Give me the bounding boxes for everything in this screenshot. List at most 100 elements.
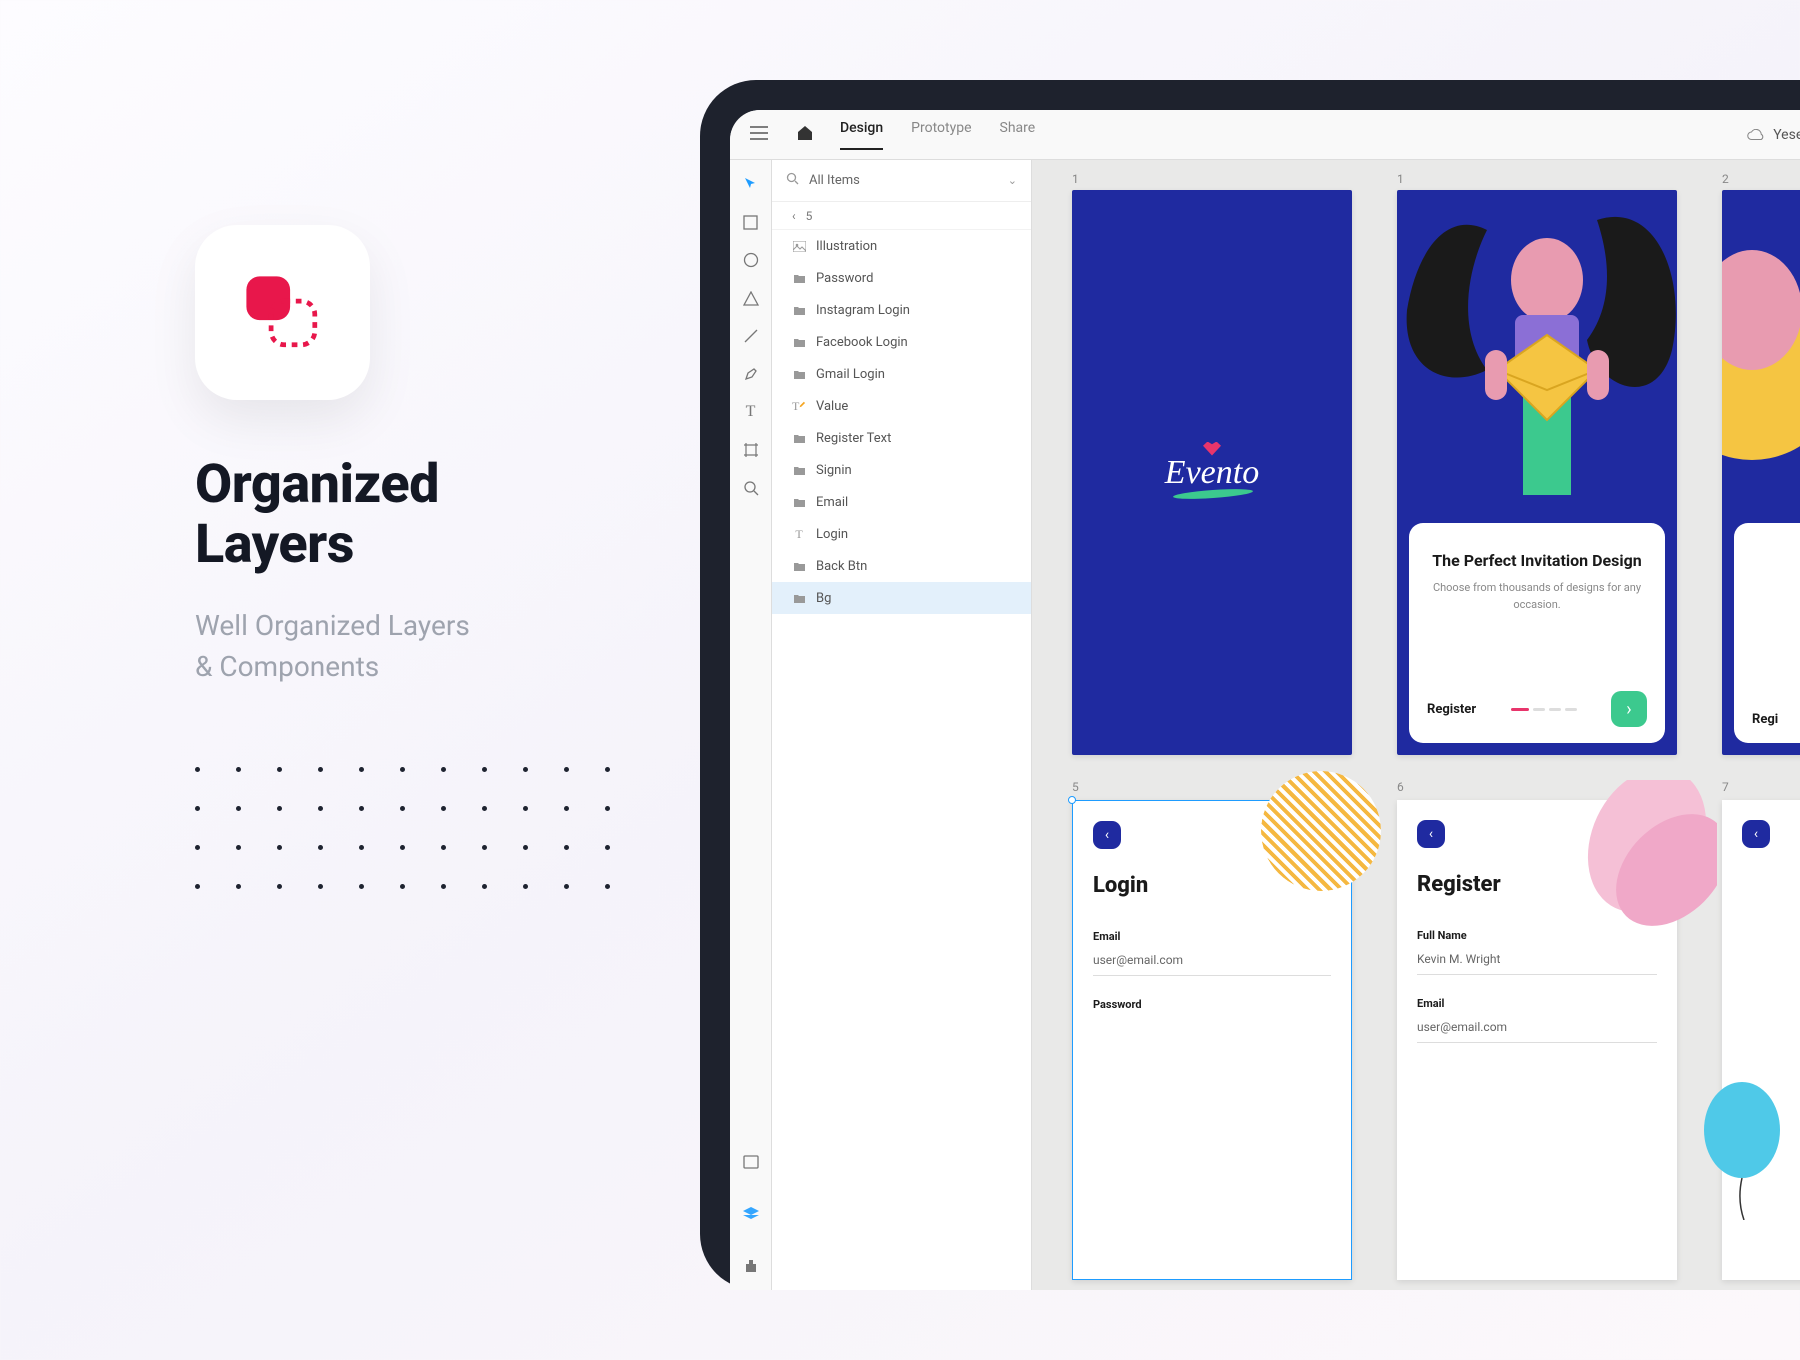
screen: Design Prototype Share Yesevent ⌄ T xyxy=(730,110,1800,1290)
layer-label: Login xyxy=(816,527,848,542)
decorative-dots xyxy=(195,767,615,889)
illustration-partial xyxy=(1722,190,1800,500)
layer-label: Facebook Login xyxy=(816,335,908,350)
ellipse-tool-icon[interactable] xyxy=(741,250,761,270)
artboard-label-3[interactable]: 2 xyxy=(1722,172,1729,186)
back-button[interactable]: ‹ xyxy=(1742,820,1770,848)
layer-type-icon xyxy=(792,593,806,604)
select-tool-icon[interactable] xyxy=(741,174,761,194)
layer-label: Value xyxy=(816,399,848,414)
onboarding-title: The Perfect Invitation Design xyxy=(1427,551,1647,570)
artboard-splash[interactable]: Evento xyxy=(1072,190,1352,755)
layer-row[interactable]: Email xyxy=(772,486,1031,518)
register-link-2[interactable]: Regi xyxy=(1752,712,1778,727)
layers-search-text: All Items xyxy=(809,173,998,188)
email-field[interactable]: Email user@email.com xyxy=(1073,930,1351,976)
password-label: Password xyxy=(1093,998,1331,1011)
layer-row[interactable]: Facebook Login xyxy=(772,326,1031,358)
plugins-icon[interactable] xyxy=(741,1256,761,1276)
artboard-tool-icon[interactable] xyxy=(741,440,761,460)
rectangle-tool-icon[interactable] xyxy=(741,212,761,232)
text-tool-icon[interactable]: T xyxy=(741,402,761,422)
promo-icon xyxy=(195,225,370,400)
layer-type-icon: T xyxy=(792,527,806,542)
layer-label: Illustration xyxy=(816,239,877,254)
breadcrumb-label: 5 xyxy=(806,209,813,223)
tab-design[interactable]: Design xyxy=(840,120,883,150)
layer-row[interactable]: Password xyxy=(772,262,1031,294)
logo: Evento xyxy=(1165,454,1259,492)
password-field[interactable]: Password xyxy=(1073,998,1351,1011)
tab-share[interactable]: Share xyxy=(1000,120,1036,150)
onboarding-card-2: Regi xyxy=(1734,523,1800,743)
promo-title-line2: Layers xyxy=(195,513,354,576)
layer-row[interactable]: Register Text xyxy=(772,422,1031,454)
tool-strip: T xyxy=(730,160,772,1290)
layer-label: Signin xyxy=(816,463,852,478)
layers-search[interactable]: All Items ⌄ xyxy=(772,160,1031,202)
layer-type-icon xyxy=(792,465,806,476)
line-tool-icon[interactable] xyxy=(741,326,761,346)
home-icon[interactable] xyxy=(796,125,814,145)
zoom-tool-icon[interactable] xyxy=(741,478,761,498)
artboard-label-7[interactable]: 7 xyxy=(1722,780,1729,794)
back-button[interactable]: ‹ xyxy=(1417,820,1445,848)
layers-breadcrumb[interactable]: ‹ 5 xyxy=(772,202,1031,230)
layer-row[interactable]: Gmail Login xyxy=(772,358,1031,390)
layer-type-icon xyxy=(792,369,806,380)
page-indicator xyxy=(1511,708,1577,711)
hamburger-icon[interactable] xyxy=(750,126,768,144)
fullname-value: Kevin M. Wright xyxy=(1417,952,1657,975)
pen-tool-icon[interactable] xyxy=(741,364,761,384)
artboard-onboarding[interactable]: The Perfect Invitation Design Choose fro… xyxy=(1397,190,1677,755)
layer-type-icon xyxy=(792,241,806,252)
layer-row[interactable]: T Login xyxy=(772,518,1031,550)
layer-label: Back Btn xyxy=(816,559,867,574)
promo-title: Organized Layers xyxy=(195,455,615,576)
search-icon xyxy=(786,172,799,189)
artboard-login[interactable]: ‹ Login Email user@email.com Password xyxy=(1072,800,1352,1280)
layer-row[interactable]: Signin xyxy=(772,454,1031,486)
layer-label: Email xyxy=(816,495,848,510)
layer-type-icon xyxy=(792,497,806,508)
illustration-woman xyxy=(1397,190,1677,500)
email-value: user@email.com xyxy=(1093,953,1331,976)
layer-type-icon xyxy=(792,337,806,348)
canvas[interactable]: 1 1 2 5 6 7 Evento xyxy=(1032,160,1800,1290)
assets-icon[interactable] xyxy=(741,1152,761,1172)
next-button[interactable]: › xyxy=(1611,691,1647,727)
app-toolbar: Design Prototype Share Yesevent ⌄ xyxy=(730,110,1800,160)
layer-type-icon xyxy=(792,273,806,284)
tab-prototype[interactable]: Prototype xyxy=(911,120,971,150)
layer-row[interactable]: Bg xyxy=(772,582,1031,614)
layer-label: Password xyxy=(816,271,873,286)
email-label-reg: Email xyxy=(1417,997,1657,1010)
register-link[interactable]: Register xyxy=(1427,702,1476,717)
mode-tabs: Design Prototype Share xyxy=(840,120,1035,150)
document-menu[interactable]: Yesevent ⌄ xyxy=(1747,127,1800,143)
artboard-label-6[interactable]: 6 xyxy=(1397,780,1404,794)
selection-handle[interactable] xyxy=(1068,796,1076,804)
layer-row[interactable]: Illustration xyxy=(772,230,1031,262)
email-field-reg[interactable]: Email user@email.com xyxy=(1397,997,1677,1043)
artboard-label-1[interactable]: 1 xyxy=(1072,172,1079,186)
artboard-label-2[interactable]: 1 xyxy=(1397,172,1404,186)
polygon-tool-icon[interactable] xyxy=(741,288,761,308)
layer-type-icon xyxy=(792,433,806,444)
layers-icon[interactable] xyxy=(741,1204,761,1224)
layer-row[interactable]: Back Btn xyxy=(772,550,1031,582)
onboarding-desc: Choose from thousands of designs for any… xyxy=(1427,580,1647,613)
artboard-7[interactable]: ‹ xyxy=(1722,800,1800,1280)
artboard-register[interactable]: ‹ Register Full Name Kevin M. Wright Ema… xyxy=(1397,800,1677,1280)
promo-subtitle: Well Organized Layers & Components xyxy=(195,606,615,687)
tablet-frame: Design Prototype Share Yesevent ⌄ T xyxy=(700,80,1800,1290)
document-name: Yesevent xyxy=(1773,127,1800,143)
back-button[interactable]: ‹ xyxy=(1093,821,1121,849)
artboard-onboarding-2[interactable]: Regi xyxy=(1722,190,1800,755)
decorative-blob xyxy=(1261,771,1381,891)
layer-type-icon: T xyxy=(792,399,806,414)
cloud-icon xyxy=(1747,129,1765,141)
artboard-label-5[interactable]: 5 xyxy=(1072,780,1079,794)
layer-row[interactable]: Instagram Login xyxy=(772,294,1031,326)
layer-row[interactable]: T Value xyxy=(772,390,1031,422)
